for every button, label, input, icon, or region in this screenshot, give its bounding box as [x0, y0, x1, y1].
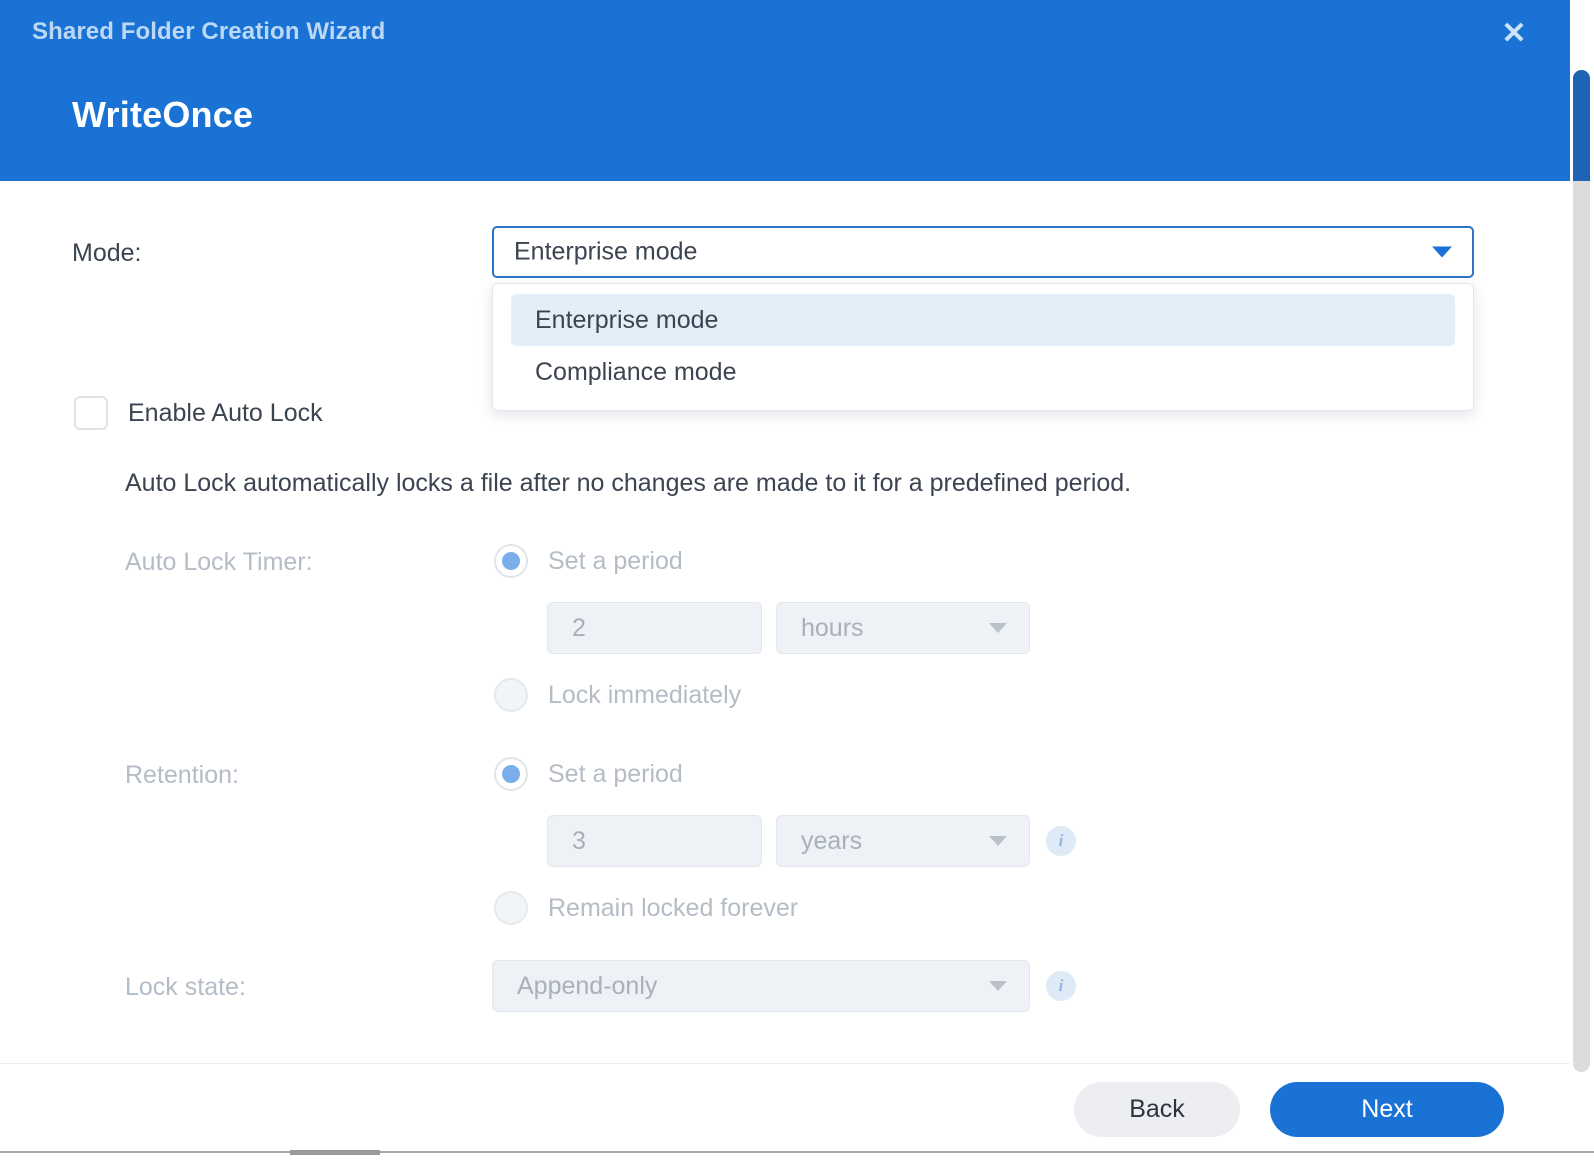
auto-lock-timer-amount-input[interactable]: 2	[547, 602, 762, 654]
chevron-down-icon	[1432, 246, 1452, 258]
shared-folder-creation-wizard-dialog: Shared Folder Creation Wizard WriteOnce …	[0, 0, 1594, 1164]
mode-select[interactable]: Enterprise mode	[492, 226, 1474, 278]
mode-dropdown-menu[interactable]: Enterprise mode Compliance mode	[492, 283, 1474, 411]
retention-amount-input[interactable]: 3	[547, 815, 762, 867]
auto-lock-timer-radio-set-period[interactable]: Set a period	[494, 544, 683, 578]
horizontal-scrollbar-track[interactable]	[0, 1150, 1594, 1164]
dialog-header: Shared Folder Creation Wizard WriteOnce …	[0, 0, 1570, 181]
enable-auto-lock-checkbox-row[interactable]: Enable Auto Lock	[74, 396, 323, 430]
lock-state-select[interactable]: Append-only	[492, 960, 1030, 1012]
mode-option-compliance[interactable]: Compliance mode	[511, 346, 1455, 398]
auto-lock-timer-label: Auto Lock Timer:	[125, 548, 313, 576]
auto-lock-timer-unit-select[interactable]: hours	[776, 602, 1030, 654]
page-title: WriteOnce	[72, 94, 254, 135]
chevron-down-icon	[989, 836, 1007, 846]
wizard-title: Shared Folder Creation Wizard	[32, 18, 386, 45]
lock-state-info-icon[interactable]: i	[1046, 971, 1076, 1001]
auto-lock-description: Auto Lock automatically locks a file aft…	[125, 469, 1132, 497]
close-icon[interactable]: ✕	[1494, 14, 1534, 54]
auto-lock-timer-unit-value: hours	[801, 613, 864, 642]
retention-info-icon[interactable]: i	[1046, 826, 1076, 856]
radio-icon[interactable]	[494, 678, 528, 712]
dialog-body: Mode: Enterprise mode Enterprise mode Co…	[0, 181, 1570, 1063]
mode-option-enterprise[interactable]: Enterprise mode	[511, 294, 1455, 346]
auto-lock-timer-amount-value: 2	[572, 613, 586, 642]
mode-option-label: Enterprise mode	[535, 305, 719, 334]
lock-state-label: Lock state:	[125, 973, 246, 1001]
radio-icon[interactable]	[494, 757, 528, 791]
chevron-down-icon	[989, 981, 1007, 991]
radio-icon[interactable]	[494, 544, 528, 578]
radio-label: Remain locked forever	[548, 893, 799, 922]
mode-option-label: Compliance mode	[535, 357, 737, 386]
radio-label: Lock immediately	[548, 680, 742, 709]
radio-icon[interactable]	[494, 891, 528, 925]
radio-label: Set a period	[548, 546, 683, 575]
enable-auto-lock-label: Enable Auto Lock	[128, 398, 323, 427]
chevron-down-icon	[989, 623, 1007, 633]
enable-auto-lock-checkbox[interactable]	[74, 396, 108, 430]
mode-label: Mode:	[72, 239, 142, 267]
retention-radio-set-period[interactable]: Set a period	[494, 757, 683, 791]
auto-lock-timer-radio-lock-immediately[interactable]: Lock immediately	[494, 678, 741, 712]
dialog-footer: Back Next	[0, 1063, 1570, 1151]
vertical-scrollbar-thumb-header-overlay[interactable]	[1573, 70, 1590, 181]
retention-radio-remain-locked-forever[interactable]: Remain locked forever	[494, 891, 798, 925]
retention-amount-value: 3	[572, 826, 586, 855]
back-button[interactable]: Back	[1074, 1082, 1240, 1137]
retention-label: Retention:	[125, 761, 239, 789]
next-button[interactable]: Next	[1270, 1082, 1504, 1137]
retention-unit-value: years	[801, 826, 863, 855]
vertical-scrollbar-thumb[interactable]	[1573, 70, 1590, 1072]
radio-label: Set a period	[548, 759, 683, 788]
retention-unit-select[interactable]: years	[776, 815, 1030, 867]
vertical-scrollbar-track[interactable]	[1570, 0, 1594, 1151]
lock-state-selected-value: Append-only	[517, 971, 658, 1000]
horizontal-scrollbar-thumb[interactable]	[290, 1150, 380, 1155]
mode-selected-value: Enterprise mode	[514, 237, 698, 266]
